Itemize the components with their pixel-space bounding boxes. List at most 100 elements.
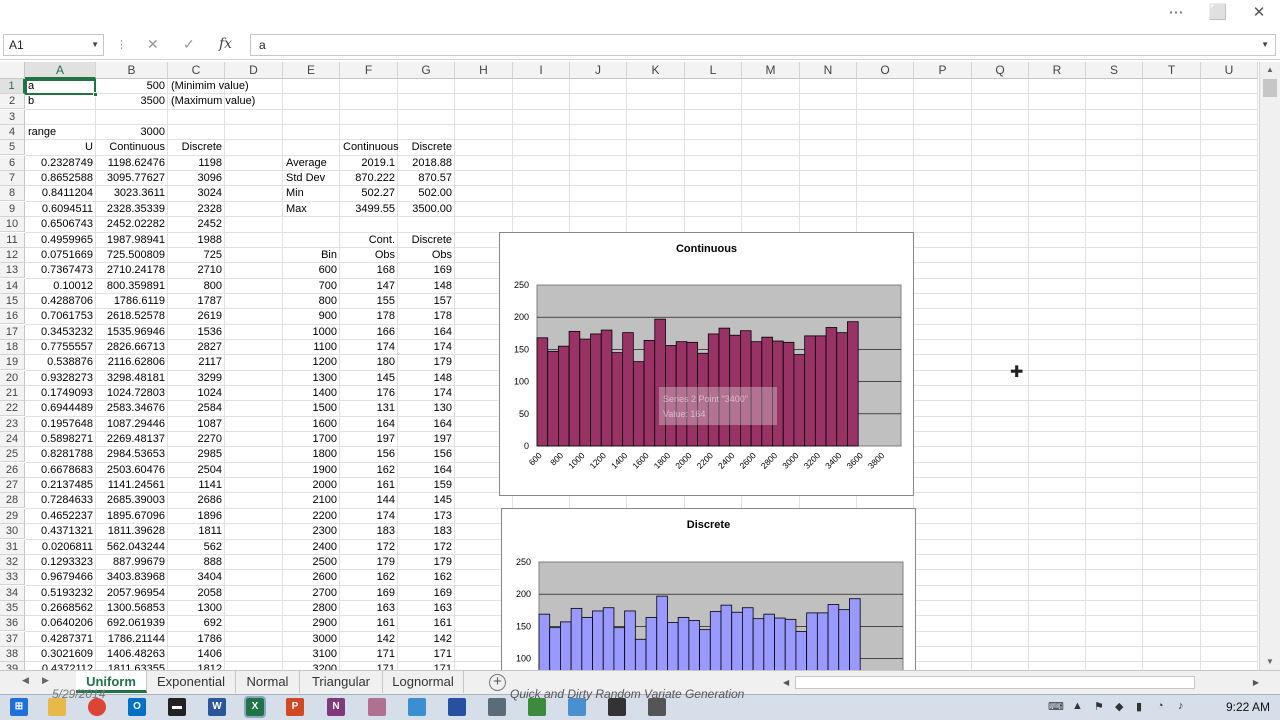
row-header-22[interactable]: 22 bbox=[0, 401, 25, 416]
bar[interactable] bbox=[624, 610, 636, 670]
bar[interactable] bbox=[838, 609, 850, 670]
row-header-9[interactable]: 9 bbox=[0, 202, 25, 217]
bin-disc-obs[interactable]: 179 bbox=[398, 355, 455, 370]
bar[interactable] bbox=[592, 610, 604, 670]
bin-value[interactable]: 800 bbox=[283, 294, 340, 309]
cell-continuous-value[interactable]: 692.061939 bbox=[96, 616, 168, 631]
cell-continuous-value[interactable]: 1895.67096 bbox=[96, 509, 168, 524]
bin-disc-obs[interactable]: 142 bbox=[398, 632, 455, 647]
bar[interactable] bbox=[667, 622, 679, 670]
cell-g5[interactable]: Discrete bbox=[398, 140, 455, 155]
cell-u-value[interactable]: 0.6678683 bbox=[25, 463, 96, 478]
cell-u-value[interactable]: 0.4652237 bbox=[25, 509, 96, 524]
cell-a2[interactable]: b bbox=[25, 94, 96, 109]
bin-disc-obs[interactable]: 163 bbox=[398, 601, 455, 616]
add-sheet-button[interactable]: + bbox=[489, 674, 506, 691]
row-header-26[interactable]: 26 bbox=[0, 463, 25, 478]
stat-continuous[interactable]: 2019.1 bbox=[340, 156, 398, 171]
row-header-28[interactable]: 28 bbox=[0, 493, 25, 508]
bin-cont-obs[interactable]: 147 bbox=[340, 279, 398, 294]
bar[interactable] bbox=[742, 607, 754, 670]
bar[interactable] bbox=[847, 321, 859, 447]
bar[interactable] bbox=[547, 350, 559, 447]
bar[interactable] bbox=[622, 332, 634, 447]
bin-disc-obs[interactable]: 197 bbox=[398, 432, 455, 447]
row-header-13[interactable]: 13 bbox=[0, 263, 25, 278]
powerpoint-icon[interactable]: P bbox=[286, 698, 304, 716]
cell-continuous-value[interactable]: 1087.29446 bbox=[96, 417, 168, 432]
cell-discrete-value[interactable]: 2710 bbox=[168, 263, 225, 278]
bar[interactable] bbox=[688, 620, 700, 670]
row-header-12[interactable]: 12 bbox=[0, 248, 25, 263]
terminal-icon[interactable]: ▬ bbox=[168, 698, 186, 716]
cell-discrete-value[interactable]: 1786 bbox=[168, 632, 225, 647]
bin-value[interactable]: 2700 bbox=[283, 586, 340, 601]
tab-lognormal[interactable]: Lognormal bbox=[383, 671, 464, 693]
row-header-18[interactable]: 18 bbox=[0, 340, 25, 355]
row-header-10[interactable]: 10 bbox=[0, 217, 25, 232]
excel-icon[interactable]: X bbox=[244, 696, 266, 718]
bar[interactable] bbox=[568, 330, 581, 447]
cell-continuous-value[interactable]: 725.500809 bbox=[96, 248, 168, 263]
bin-cont-obs[interactable]: 131 bbox=[340, 401, 398, 416]
column-header-g[interactable]: G bbox=[398, 62, 455, 79]
bar[interactable] bbox=[645, 616, 658, 670]
cell-b2[interactable]: 3500 bbox=[96, 94, 168, 109]
bin-disc-obs[interactable]: 174 bbox=[398, 340, 455, 355]
spreadsheet-grid[interactable]: A B C D E F G H I J K L M N O P Q R S T U 1 2 3 4 5 6 7 8 9 10 11 12 13 14… bbox=[0, 62, 1258, 670]
column-header-b[interactable]: B bbox=[96, 62, 168, 79]
vertical-scrollbar[interactable]: ▲ ▼ bbox=[1259, 62, 1280, 670]
bin-cont-obs[interactable]: 156 bbox=[340, 447, 398, 462]
bin-disc-obs[interactable]: 159 bbox=[398, 478, 455, 493]
bin-disc-obs[interactable]: 183 bbox=[398, 524, 455, 539]
bar[interactable] bbox=[793, 354, 806, 447]
bin-disc-obs[interactable]: 157 bbox=[398, 294, 455, 309]
cell-u-value[interactable]: 0.1957648 bbox=[25, 417, 96, 432]
column-header-p[interactable]: P bbox=[914, 62, 972, 79]
bin-cont-obs[interactable]: 183 bbox=[340, 524, 398, 539]
scroll-left-icon[interactable]: ◀ bbox=[783, 675, 789, 690]
row-header-4[interactable]: 4 bbox=[0, 125, 25, 140]
chart-continuous[interactable]: Continuous 0 50 100 150 200 250 600 800 1000 1200 1… bbox=[499, 232, 914, 496]
cell-u-value[interactable]: 0.2137485 bbox=[25, 478, 96, 493]
cell-discrete-value[interactable]: 692 bbox=[168, 616, 225, 631]
tab-next-icon[interactable]: ▶ bbox=[42, 675, 49, 686]
bin-value[interactable]: 1400 bbox=[283, 386, 340, 401]
bar[interactable] bbox=[709, 611, 722, 670]
row-header-20[interactable]: 20 bbox=[0, 371, 25, 386]
cell-continuous-value[interactable]: 2710.24178 bbox=[96, 263, 168, 278]
bar[interactable] bbox=[560, 621, 572, 670]
column-header-f[interactable]: F bbox=[340, 62, 398, 79]
column-header-n[interactable]: N bbox=[800, 62, 857, 79]
bar[interactable] bbox=[643, 339, 656, 447]
bin-value[interactable]: 1100 bbox=[283, 340, 340, 355]
cell-discrete-value[interactable]: 2117 bbox=[168, 355, 225, 370]
bin-cont-obs[interactable]: 145 bbox=[340, 371, 398, 386]
stat-continuous[interactable]: 870.222 bbox=[340, 171, 398, 186]
bar[interactable] bbox=[677, 616, 690, 670]
row-header-17[interactable]: 17 bbox=[0, 325, 25, 340]
bin-cont-obs[interactable]: 169 bbox=[340, 586, 398, 601]
bar[interactable] bbox=[814, 335, 827, 447]
cell-u-value[interactable]: 0.2668562 bbox=[25, 601, 96, 616]
cell-u-value[interactable]: 0.4372112 bbox=[25, 662, 96, 670]
column-header-e[interactable]: E bbox=[283, 62, 340, 79]
cell-continuous-value[interactable]: 562.043244 bbox=[96, 540, 168, 555]
cell-u-value[interactable]: 0.538876 bbox=[25, 355, 96, 370]
cell-discrete-value[interactable]: 3024 bbox=[168, 186, 225, 201]
bin-cont-obs[interactable]: 161 bbox=[340, 616, 398, 631]
bin-disc-obs[interactable]: 171 bbox=[398, 647, 455, 662]
row-header-11[interactable]: 11 bbox=[0, 233, 25, 248]
row-header-15[interactable]: 15 bbox=[0, 294, 25, 309]
cell-discrete-value[interactable]: 1406 bbox=[168, 647, 225, 662]
bin-disc-obs[interactable]: 164 bbox=[398, 325, 455, 340]
row-header-35[interactable]: 35 bbox=[0, 601, 25, 616]
bin-value[interactable]: 700 bbox=[283, 279, 340, 294]
wifi-icon[interactable]: ◔ bbox=[1157, 700, 1164, 712]
stat-label[interactable]: Max bbox=[283, 202, 340, 217]
bin-disc-obs[interactable]: 148 bbox=[398, 279, 455, 294]
row-header-33[interactable]: 33 bbox=[0, 570, 25, 585]
cell-continuous-value[interactable]: 887.99679 bbox=[96, 555, 168, 570]
row-header-2[interactable]: 2 bbox=[0, 94, 25, 109]
cell-u-value[interactable]: 0.3453232 bbox=[25, 325, 96, 340]
